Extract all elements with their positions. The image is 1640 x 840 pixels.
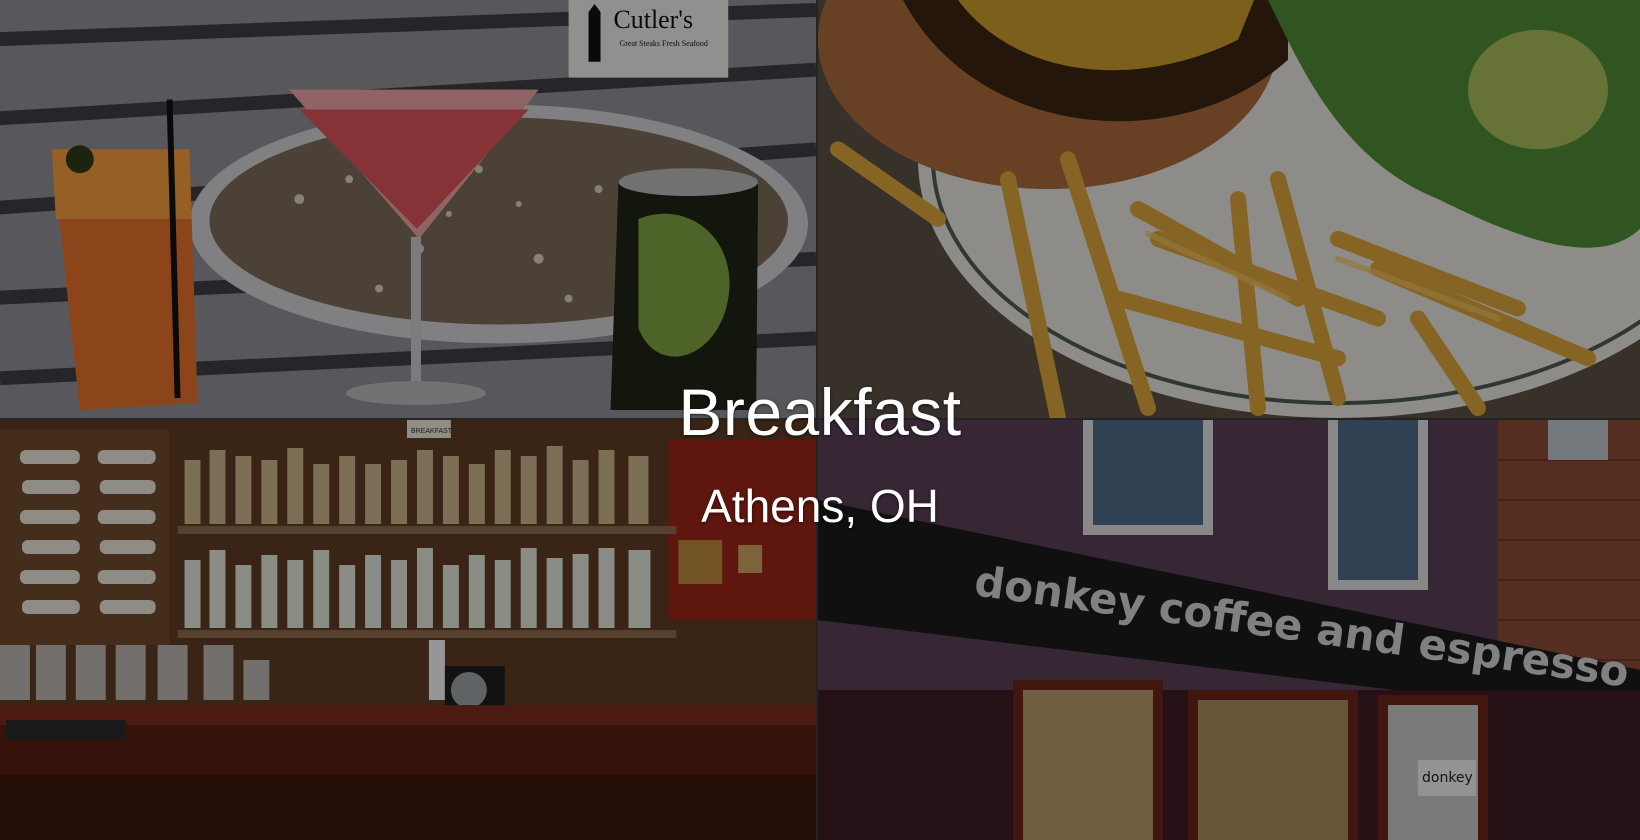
sign-name: Cutler's [613, 5, 693, 34]
window-decal: donkey [1422, 770, 1473, 786]
photo-burger-fries [818, 0, 1640, 420]
burger-illustration [818, 0, 1640, 418]
sign-tagline: Great Steaks Fresh Seafood [619, 39, 707, 48]
slide-title: Breakfast [678, 375, 962, 449]
slide-caption: Breakfast Athens, OH [0, 372, 1640, 534]
photo-drinks-table: Cutler's Great Steaks Fresh Seafood [0, 0, 818, 420]
drinks-illustration: Cutler's Great Steaks Fresh Seafood [0, 0, 816, 418]
slide-location: Athens, OH [701, 480, 939, 532]
